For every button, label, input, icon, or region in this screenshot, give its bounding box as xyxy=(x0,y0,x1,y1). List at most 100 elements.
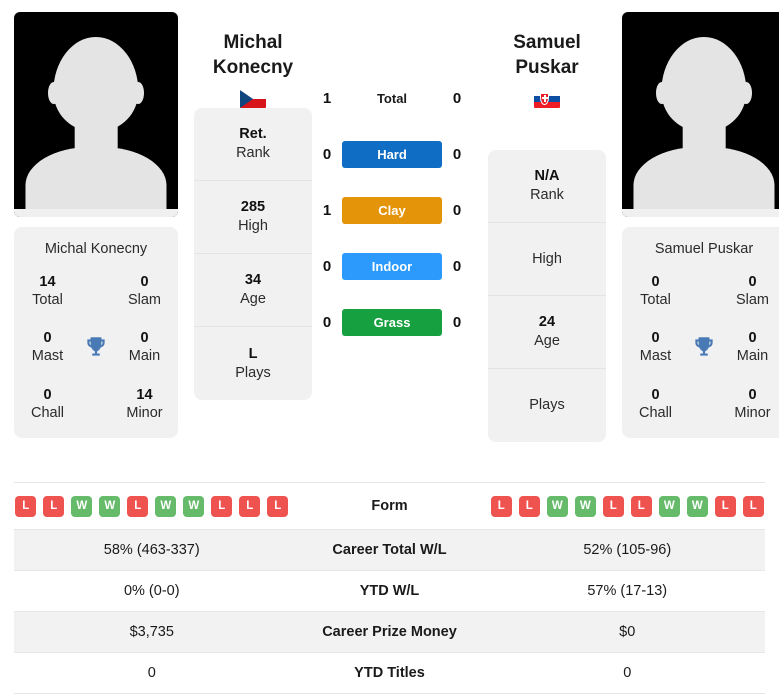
h2h-indoor-left-score: 0 xyxy=(322,257,332,275)
avatar-body-shape xyxy=(25,147,167,209)
h2h-indoor-row: 0 Indoor 0 xyxy=(312,238,472,294)
row-label-career-total-wl: Career Total W/L xyxy=(332,542,447,558)
right-titles-mast-label: Mast xyxy=(639,348,672,365)
left-info-high-value: 285 xyxy=(240,199,266,216)
left-career-prize-money-value: $3,735 xyxy=(129,624,174,640)
right-titles-chall-label: Chall xyxy=(638,404,673,421)
right-info-age-label: Age xyxy=(534,333,560,350)
right-info-plays: Plays xyxy=(488,369,606,442)
h2h-hard-row: 0 Hard 0 xyxy=(312,126,472,182)
avatar-ear-left xyxy=(656,81,668,105)
row-label-career-prize-money: Career Prize Money xyxy=(322,624,457,640)
right-ytd-titles-value: 0 xyxy=(623,665,632,681)
left-info-rank: Ret. Rank xyxy=(194,108,312,182)
right-trophy-icon xyxy=(681,329,727,365)
right-player-avatar xyxy=(622,12,779,217)
right-titles-minor: 0 Minor xyxy=(727,386,778,422)
left-player-info-column: Michal Konecny Ret. Rank 285 High 34 Age… xyxy=(194,12,312,401)
left-info-age-label: Age xyxy=(240,291,266,308)
left-titles-total-value: 14 xyxy=(39,274,56,290)
trophy-spacer-bottom xyxy=(681,386,727,422)
form-badge-loss: L xyxy=(518,495,540,517)
right-titles-minor-value: 0 xyxy=(748,386,757,403)
left-info-high: 285 High xyxy=(194,181,312,255)
left-player-info-card: Ret. Rank 285 High 34 Age L Plays xyxy=(194,108,312,401)
form-badge-win: W xyxy=(574,495,596,517)
surface-badge-indoor[interactable]: Indoor xyxy=(342,252,442,280)
left-info-plays-label: Plays xyxy=(235,364,271,381)
avatar-ear-left xyxy=(48,81,60,105)
left-titles-minor-label: Minor xyxy=(126,404,163,421)
player-comparison-header: Michal Konecny 14 Total 0 Slam 0 Mast 0 … xyxy=(0,0,779,474)
right-career-total-wl-value: 52% (105-96) xyxy=(583,542,672,558)
left-titles-slam: 0 Slam xyxy=(119,273,170,309)
left-info-rank-value: Ret. xyxy=(239,126,267,143)
left-player-form-badges: LLWWLWWLLL xyxy=(14,495,290,517)
flag-cross-horizontal xyxy=(541,97,548,100)
right-info-age: 24 Age xyxy=(488,296,606,370)
right-career-prize-money-value: $0 xyxy=(619,624,636,640)
form-badge-loss: L xyxy=(714,495,736,517)
h2h-clay-right-score: 0 xyxy=(452,201,462,219)
right-player-info-column: Samuel Puskar N/A Rank High 24 Age Plays xyxy=(488,12,606,443)
left-info-high-label: High xyxy=(238,218,268,235)
table-row-career-total-wl: 58% (463-337) Career Total W/L 52% (105-… xyxy=(14,530,765,571)
right-info-age-value: 24 xyxy=(538,314,556,331)
left-info-age-value: 34 xyxy=(244,272,262,289)
avatar-base-strip xyxy=(14,208,178,217)
surface-badge-grass[interactable]: Grass xyxy=(342,308,442,336)
form-badge-win: W xyxy=(183,495,205,517)
form-badge-loss: L xyxy=(15,495,37,517)
slovakia-flag-icon xyxy=(534,90,560,109)
left-titles-total-label: Total xyxy=(32,292,63,309)
right-titles-total-value: 0 xyxy=(651,274,660,290)
right-info-high: High xyxy=(488,223,606,297)
form-badge-win: W xyxy=(546,495,568,517)
table-row-ytd-titles: 0 YTD Titles 0 xyxy=(14,653,765,694)
right-info-rank-label: Rank xyxy=(530,187,564,204)
left-titles-total: 14 Total xyxy=(22,273,73,309)
left-info-age: 34 Age xyxy=(194,254,312,328)
left-titles-mast-label: Mast xyxy=(31,348,64,365)
left-info-plays: L Plays xyxy=(194,327,312,400)
right-info-high-label: High xyxy=(532,250,562,267)
right-titles-slam-label: Slam xyxy=(735,292,770,309)
left-titles-grid: 14 Total 0 Slam 0 Mast 0 Main 0 Chall 14… xyxy=(22,273,170,422)
row-label-ytd-titles: YTD Titles xyxy=(354,665,425,681)
right-titles-main-value: 0 xyxy=(748,330,757,347)
table-row-form: LLWWLWWLLL Form LLWWLLWWLL xyxy=(14,483,765,530)
left-ytd-titles-value: 0 xyxy=(147,665,156,681)
form-badge-win: W xyxy=(71,495,93,517)
surface-badge-hard[interactable]: Hard xyxy=(342,140,442,168)
surface-badge-clay[interactable]: Clay xyxy=(342,196,442,224)
left-titles-minor: 14 Minor xyxy=(119,386,170,422)
form-badge-loss: L xyxy=(630,495,652,517)
right-player-info-card: N/A Rank High 24 Age Plays xyxy=(488,150,606,443)
left-titles-slam-label: Slam xyxy=(127,292,162,309)
right-player-last-name: Puskar xyxy=(515,57,579,79)
form-badge-loss: L xyxy=(127,495,149,517)
form-badge-win: W xyxy=(155,495,177,517)
right-titles-total: 0 Total xyxy=(630,273,681,309)
right-info-rank-value: N/A xyxy=(534,168,560,185)
avatar-base-strip xyxy=(622,208,779,217)
avatar-ear-right xyxy=(132,81,144,105)
left-titles-mast: 0 Mast xyxy=(22,329,73,365)
left-titles-slam-value: 0 xyxy=(140,274,149,290)
form-badge-loss: L xyxy=(211,495,233,517)
right-titles-grid: 0 Total 0 Slam 0 Mast 0 Main 0 Chall 0 M… xyxy=(630,273,778,422)
form-badge-loss: L xyxy=(490,495,512,517)
left-player-last-name: Konecny xyxy=(212,57,294,79)
h2h-hard-left-score: 0 xyxy=(322,145,332,163)
h2h-total-label: Total xyxy=(376,90,408,106)
h2h-total-right-score: 0 xyxy=(452,89,462,107)
left-trophy-icon xyxy=(73,329,119,365)
right-titles-total-label: Total xyxy=(640,292,671,309)
h2h-indoor-right-score: 0 xyxy=(452,257,462,275)
left-info-rank-label: Rank xyxy=(236,145,270,162)
left-titles-minor-value: 14 xyxy=(136,386,153,403)
form-badge-loss: L xyxy=(742,495,764,517)
left-titles-chall-label: Chall xyxy=(30,404,65,421)
right-player-name-block: Samuel Puskar xyxy=(488,12,606,109)
right-player-first-name: Samuel xyxy=(513,32,581,53)
